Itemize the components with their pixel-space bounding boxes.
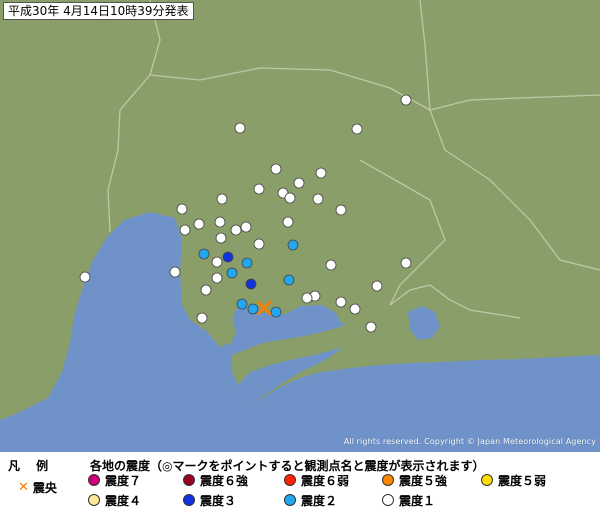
station-1 [169,266,181,278]
legend-label: 震度１ [399,493,436,508]
legend-item-shindo-2: 震度２ [284,492,337,508]
station-1 [371,280,383,292]
legend-epicenter-label: 震央 [32,480,57,495]
shindo-6-upper-icon [183,474,195,486]
legend-epicenter: ✕ 震央 [18,479,57,495]
station-2 [287,239,299,251]
station-3 [222,251,234,263]
legend-item-shindo-5-upper: 震度５強 [382,472,447,488]
station-1 [215,232,227,244]
station-1 [365,321,377,333]
shindo-5-lower-icon [481,474,493,486]
legend-label: 震度３ [200,493,237,508]
station-2 [247,303,259,315]
station-1 [200,284,212,296]
station-2 [236,298,248,310]
station-1 [349,303,361,315]
legend-item-shindo-4: 震度４ [88,492,141,508]
station-1 [315,167,327,179]
station-2 [226,267,238,279]
station-2 [198,248,210,260]
shindo-5-upper-icon [382,474,394,486]
station-1 [79,271,91,283]
station-1 [214,216,226,228]
legend-item-shindo-7: 震度７ [88,472,141,488]
legend-label: 震度７ [105,473,142,488]
shindo-7-icon [88,474,100,486]
shindo-3-icon [183,494,195,506]
legend-item-shindo-5-lower: 震度５弱 [481,472,546,488]
station-2 [241,257,253,269]
legend-label: 震度４ [105,493,142,508]
station-1 [253,183,265,195]
station-1 [179,224,191,236]
station-1 [325,259,337,271]
station-1 [351,123,363,135]
station-1 [270,163,282,175]
shindo-6-lower-icon [284,474,296,486]
station-1 [400,94,412,106]
station-2 [283,274,295,286]
intensity-map: 平成30年 4月14日10時39分発表 All rights reserved.… [0,0,600,452]
copyright: All rights reserved. Copyright © Japan M… [343,437,596,446]
station-1 [230,224,242,236]
station-1 [176,203,188,215]
legend-label: 震度６弱 [301,473,350,488]
station-1 [216,193,228,205]
legend-item-shindo-1: 震度１ [382,492,435,508]
station-1 [240,221,252,233]
station-1 [211,272,223,284]
station-1 [253,238,265,250]
station-1 [312,193,324,205]
shindo-2-icon [284,494,296,506]
legend: 凡 例 各地の震度（◎マークをポイントすると観測点名と震度が表示されます） ✕ … [0,452,600,510]
legend-label: 震度６強 [200,473,249,488]
station-1 [400,257,412,269]
station-1 [193,218,205,230]
legend-title: 凡 例 [8,459,55,473]
legend-item-shindo-6-upper: 震度６強 [183,472,248,488]
shindo-4-icon [88,494,100,506]
station-1 [211,256,223,268]
station-2 [270,306,282,318]
station-1 [301,292,313,304]
issue-time: 平成30年 4月14日10時39分発表 [3,2,194,20]
station-1 [293,177,305,189]
legend-label: 震度２ [301,493,338,508]
station-1 [335,204,347,216]
shindo-1-icon [382,494,394,506]
legend-item-shindo-3: 震度３ [183,492,236,508]
epicenter-x-icon: ✕ [18,479,29,495]
station-1 [196,312,208,324]
legend-label: 震度５弱 [498,473,547,488]
station-1 [284,192,296,204]
station-1 [234,122,246,134]
station-1 [335,296,347,308]
station-1 [282,216,294,228]
legend-item-shindo-6-lower: 震度６弱 [284,472,349,488]
station-3 [245,278,257,290]
legend-label: 震度５強 [399,473,448,488]
